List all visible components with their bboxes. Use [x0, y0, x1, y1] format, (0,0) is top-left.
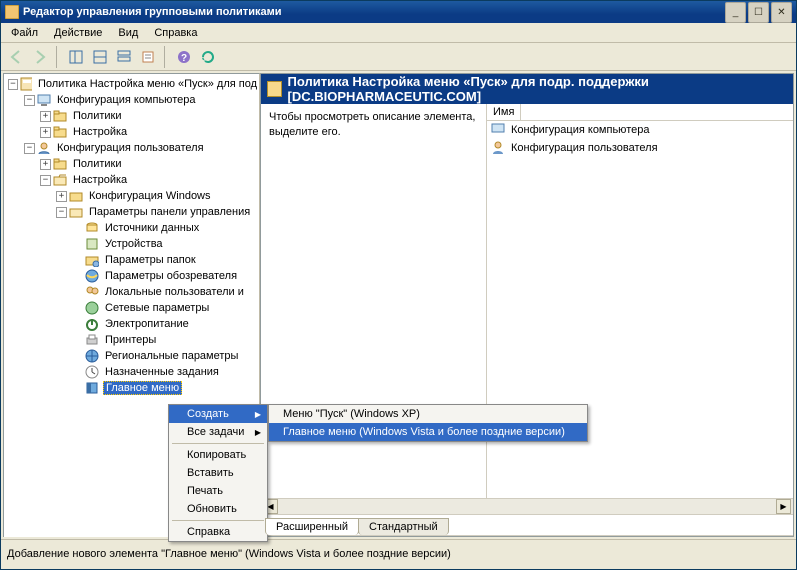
- power-icon: [85, 317, 99, 331]
- separator: [172, 520, 264, 521]
- statusbar: Добавление нового элемента "Главное меню…: [1, 539, 796, 569]
- status-text: Добавление нового элемента "Главное меню…: [7, 548, 451, 561]
- tree-cc[interactable]: Конфигурация компьютера: [55, 94, 197, 106]
- folder-open-icon: [53, 173, 67, 187]
- forward-button[interactable]: [29, 46, 51, 68]
- menu-help[interactable]: Справка: [146, 23, 205, 42]
- tree-cc-prefs[interactable]: Настройка: [71, 126, 129, 138]
- tree-devices[interactable]: Устройства: [103, 238, 165, 250]
- ctx-create[interactable]: Создать: [169, 405, 267, 423]
- ctx-sub-xp[interactable]: Меню "Пуск" (Windows XP): [269, 405, 587, 423]
- tree-cpanel[interactable]: Параметры панели управления: [87, 206, 252, 218]
- gpmc-window: Редактор управления групповыми политикам…: [0, 0, 797, 570]
- folder-icon: [69, 189, 83, 203]
- folder-icon: [53, 109, 67, 123]
- list-item[interactable]: Конфигурация пользователя: [487, 139, 793, 157]
- layout3-button[interactable]: [113, 46, 135, 68]
- datasource-icon: [85, 221, 99, 235]
- schedtasks-icon: [85, 365, 99, 379]
- tree-uc-prefs[interactable]: Настройка: [71, 174, 129, 186]
- context-menu[interactable]: Создать Все задачи Копировать Вставить П…: [168, 404, 268, 542]
- tree-localusers[interactable]: Локальные пользователи и: [103, 286, 246, 298]
- tab-extended[interactable]: Расширенный: [265, 518, 359, 535]
- tree-printers[interactable]: Принтеры: [103, 334, 158, 346]
- tree-datasources[interactable]: Источники данных: [103, 222, 201, 234]
- user-icon: [491, 140, 507, 156]
- computer-icon: [491, 122, 507, 138]
- localusers-icon: [85, 285, 99, 299]
- network-icon: [85, 301, 99, 315]
- help-button[interactable]: ?: [173, 46, 195, 68]
- ctx-copy[interactable]: Копировать: [169, 446, 267, 464]
- tree-folderopts[interactable]: Параметры папок: [103, 254, 198, 266]
- tree-uc[interactable]: Конфигурация пользователя: [55, 142, 206, 154]
- folderopts-icon: [85, 253, 99, 267]
- tree-uc-policies[interactable]: Политики: [71, 158, 124, 170]
- policy-icon: [20, 77, 32, 91]
- close-button[interactable]: ✕: [771, 2, 792, 23]
- tree-regional[interactable]: Региональные параметры: [103, 350, 240, 362]
- tabs: Расширенный Стандартный: [261, 514, 793, 536]
- separator: [172, 443, 264, 444]
- refresh-button[interactable]: [197, 46, 219, 68]
- device-icon: [85, 237, 99, 251]
- maximize-button[interactable]: ☐: [748, 2, 769, 23]
- menu-action[interactable]: Действие: [46, 23, 110, 42]
- tree-root[interactable]: Политика Настройка меню «Пуск» для под: [36, 78, 259, 90]
- user-icon: [37, 141, 51, 155]
- ctx-alltasks[interactable]: Все задачи: [169, 423, 267, 441]
- scroll-right-button[interactable]: ▶: [776, 499, 791, 514]
- app-icon: [5, 5, 19, 19]
- policy-title: Политика Настройка меню «Пуск» для подр.…: [288, 74, 787, 104]
- properties-button[interactable]: [137, 46, 159, 68]
- window-title: Редактор управления групповыми политикам…: [23, 6, 725, 18]
- tree-schedtasks[interactable]: Назначенные задания: [103, 366, 221, 378]
- computer-icon: [37, 93, 51, 107]
- folder-open-icon: [69, 205, 83, 219]
- tab-standard[interactable]: Стандартный: [358, 518, 449, 535]
- ctx-print[interactable]: Печать: [169, 482, 267, 500]
- listview-header[interactable]: Имя: [487, 104, 793, 121]
- back-button[interactable]: [5, 46, 27, 68]
- ctx-help[interactable]: Справка: [169, 523, 267, 541]
- ctx-paste[interactable]: Вставить: [169, 464, 267, 482]
- layout1-button[interactable]: [65, 46, 87, 68]
- titlebar[interactable]: Редактор управления групповыми политикам…: [1, 1, 796, 23]
- ctx-sub-vista[interactable]: Главное меню (Windows Vista и более позд…: [269, 423, 587, 441]
- tree-ieopts[interactable]: Параметры обозревателя: [103, 270, 239, 282]
- startmenu-icon: [85, 381, 99, 395]
- details-panel: Политика Настройка меню «Пуск» для подр.…: [260, 73, 794, 537]
- menu-view[interactable]: Вид: [110, 23, 146, 42]
- printer-icon: [85, 333, 99, 347]
- list-item[interactable]: Конфигурация компьютера: [487, 121, 793, 139]
- tree-power[interactable]: Электропитание: [103, 318, 191, 330]
- content-area: −Политика Настройка меню «Пуск» для под …: [1, 71, 796, 539]
- regional-icon: [85, 349, 99, 363]
- toolbar: ?: [1, 43, 796, 71]
- svg-text:?: ?: [181, 53, 187, 64]
- ctx-refresh[interactable]: Обновить: [169, 500, 267, 518]
- ie-icon: [85, 269, 99, 283]
- policy-header: Политика Настройка меню «Пуск» для подр.…: [261, 74, 793, 104]
- tree-startmenu[interactable]: Главное меню: [103, 381, 182, 395]
- col-name[interactable]: Имя: [487, 104, 521, 120]
- scrollbar-horizontal[interactable]: ◀ ▶: [261, 498, 793, 514]
- layout2-button[interactable]: [89, 46, 111, 68]
- menu-file[interactable]: Файл: [3, 23, 46, 42]
- tree-netopts[interactable]: Сетевые параметры: [103, 302, 211, 314]
- minimize-button[interactable]: _: [725, 2, 746, 23]
- context-submenu[interactable]: Меню "Пуск" (Windows XP) Главное меню (W…: [268, 404, 588, 442]
- folder-icon: [53, 157, 67, 171]
- policy-header-icon: [267, 81, 282, 97]
- tree-cc-policies[interactable]: Политики: [71, 110, 124, 122]
- menubar: Файл Действие Вид Справка: [1, 23, 796, 43]
- folder-icon: [53, 125, 67, 139]
- tree-wincfg[interactable]: Конфигурация Windows: [87, 190, 213, 202]
